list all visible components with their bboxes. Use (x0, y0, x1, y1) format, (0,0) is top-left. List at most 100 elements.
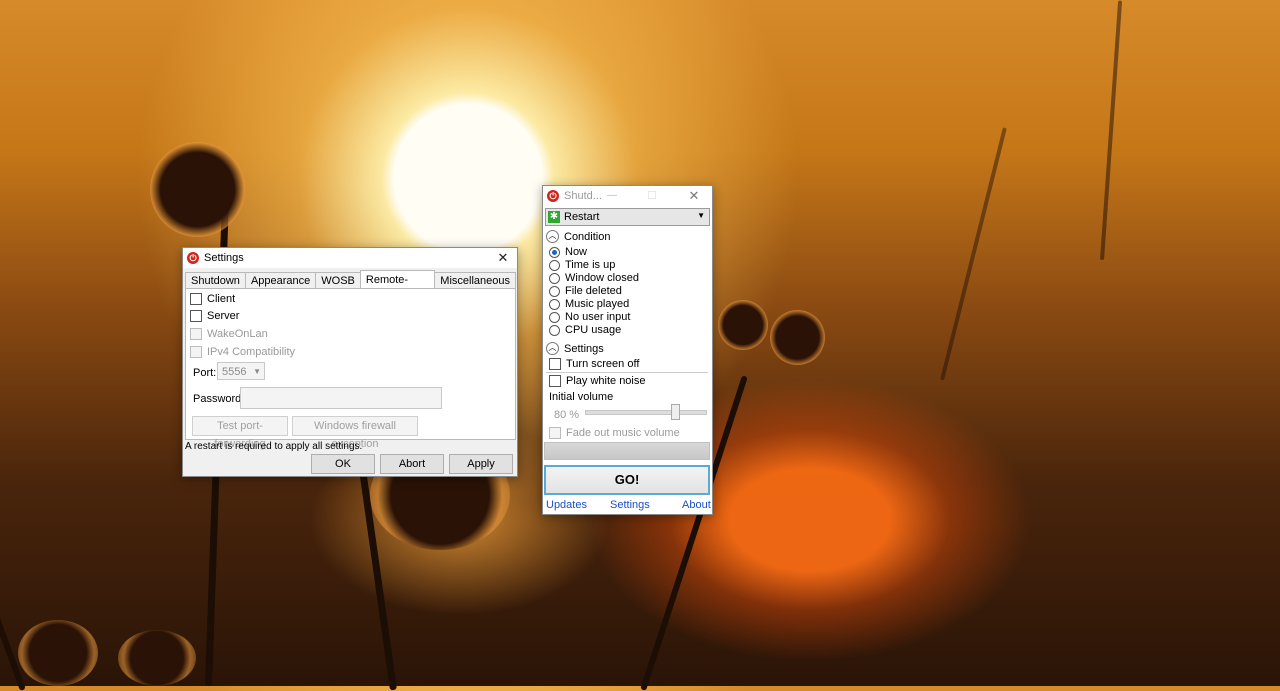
play-white-noise-label: Play white noise (566, 375, 646, 387)
port-select: 5556 ▼ (217, 362, 265, 380)
port-value: 5556 (222, 366, 247, 378)
condition-header: Condition (564, 230, 611, 243)
wakeonlan-checkbox: WakeOnLan (190, 328, 268, 340)
minimize-icon[interactable]: — (598, 186, 626, 206)
radio-music-played[interactable]: Music played (549, 298, 629, 310)
chevron-down-icon: ▼ (697, 211, 705, 220)
password-field (240, 387, 442, 409)
initial-volume-label: Initial volume (549, 391, 614, 403)
chevron-up-icon: ︿ (546, 230, 559, 243)
settings-titlebar: ⏻ Settings ✕ (183, 248, 517, 268)
firewall-exception-button: Windows firewall exception (292, 416, 418, 450)
restart-notice: A restart is required to apply all setti… (185, 441, 363, 452)
plant-stem (1100, 0, 1123, 261)
close-icon[interactable]: ✕ (680, 186, 708, 206)
radio-cpu-usage[interactable]: CPU usage (549, 324, 621, 336)
radio-window-closed[interactable]: Window closed (549, 272, 639, 284)
chevron-down-icon: ▼ (253, 367, 261, 376)
action-dropdown[interactable]: ✱ Restart ▼ (545, 208, 710, 226)
checkbox-box (190, 310, 202, 322)
radio-no-user-input[interactable]: No user input (549, 311, 630, 323)
radio-time-is-up[interactable]: Time is up (549, 259, 615, 271)
port-label: Port: (193, 367, 217, 379)
shutdown-window: ⏻ Shutd... — ☐ ✕ ✱ Restart ▼ ︿ Condition … (542, 185, 713, 515)
radio-now[interactable]: Now (549, 246, 587, 258)
maximize-icon[interactable]: ☐ (638, 186, 666, 206)
settings-header: Settings (564, 342, 604, 355)
settings-tabs: Shutdown Appearance WOSB Remote-Shutdown… (185, 270, 516, 304)
checkbox-box (190, 328, 202, 340)
volume-value: 80 % (554, 409, 580, 421)
go-button[interactable]: GO! (544, 465, 710, 495)
settings-section-toggle[interactable]: ︿ Settings (546, 342, 604, 355)
action-selected: Restart (564, 211, 600, 223)
tab-remote-shutdown[interactable]: Remote-Shutdown (359, 270, 436, 304)
radio-file-deleted[interactable]: File deleted (549, 285, 622, 297)
radio-dot (549, 324, 560, 336)
test-port-forwarding-button: Test port-forwarding (192, 416, 288, 450)
tab-miscellaneous[interactable]: Miscellaneous (434, 272, 516, 289)
chevron-up-icon: ︿ (546, 342, 559, 355)
radio-label: Time is up (565, 259, 616, 271)
ok-button[interactable]: OK (311, 454, 375, 474)
about-link[interactable]: About (682, 499, 711, 511)
tab-wosb[interactable]: WOSB (315, 272, 361, 289)
thistle-head (770, 310, 825, 365)
settings-window: ⏻ Settings ✕ Shutdown Appearance WOSB Re… (182, 247, 518, 477)
shutdown-title: Shutd... (564, 190, 602, 202)
radio-dot (549, 298, 560, 310)
checkbox-box (190, 346, 202, 358)
radio-label: No user input (565, 311, 631, 323)
radio-dot (549, 246, 560, 258)
close-icon[interactable]: ✕ (489, 248, 517, 268)
fade-out-label: Fade out music volume (566, 427, 680, 439)
updates-link[interactable]: Updates (546, 499, 587, 511)
fade-out-checkbox: Fade out music volume (549, 427, 680, 439)
ipv4-checkbox: IPv4 Compatibility (190, 346, 295, 358)
server-checkbox[interactable]: Server (190, 310, 239, 322)
thistle-head (150, 142, 245, 237)
radio-label: Now (565, 246, 588, 258)
ipv4-label: IPv4 Compatibility (207, 346, 296, 358)
turn-screen-off-checkbox[interactable]: Turn screen off (549, 358, 639, 370)
thistle-head (718, 300, 768, 350)
thistle-head (18, 620, 98, 686)
thistle-head (118, 630, 196, 686)
checkbox-box (549, 375, 561, 387)
server-label: Server (207, 310, 240, 322)
volume-slider-thumb[interactable] (671, 404, 680, 420)
radio-dot (549, 259, 560, 271)
checkbox-box (549, 427, 561, 439)
tab-appearance[interactable]: Appearance (244, 272, 317, 289)
tab-shutdown[interactable]: Shutdown (185, 272, 246, 289)
checkbox-box (549, 358, 561, 370)
radio-label: Window closed (565, 272, 639, 284)
turn-screen-off-label: Turn screen off (566, 358, 640, 370)
app-icon: ⏻ (547, 190, 559, 202)
client-label: Client (207, 293, 236, 305)
apply-button[interactable]: Apply (449, 454, 513, 474)
abort-button[interactable]: Abort (380, 454, 444, 474)
app-icon: ⏻ (187, 252, 199, 264)
volume-slider-track[interactable] (585, 410, 707, 415)
remote-shutdown-panel: Client Server WakeOnLan IPv4 Compatibili… (185, 288, 516, 450)
wakeonlan-label: WakeOnLan (207, 328, 268, 340)
settings-link[interactable]: Settings (610, 499, 650, 511)
radio-dot (549, 272, 560, 284)
radio-label: CPU usage (565, 324, 622, 336)
radio-label: File deleted (565, 285, 622, 297)
radio-dot (549, 285, 560, 297)
password-label: Password: (193, 393, 245, 405)
restart-icon: ✱ (548, 211, 560, 223)
radio-dot (549, 311, 560, 323)
play-white-noise-checkbox[interactable]: Play white noise (549, 375, 646, 387)
client-checkbox[interactable]: Client (190, 293, 235, 305)
checkbox-box (190, 293, 202, 305)
divider (546, 372, 708, 373)
shutdown-titlebar: ⏻ Shutd... — ☐ ✕ (543, 186, 712, 206)
condition-section-toggle[interactable]: ︿ Condition (546, 230, 610, 243)
progress-bar (544, 442, 710, 460)
settings-title: Settings (204, 252, 244, 264)
radio-label: Music played (565, 298, 630, 310)
plant-stem (940, 127, 1007, 381)
